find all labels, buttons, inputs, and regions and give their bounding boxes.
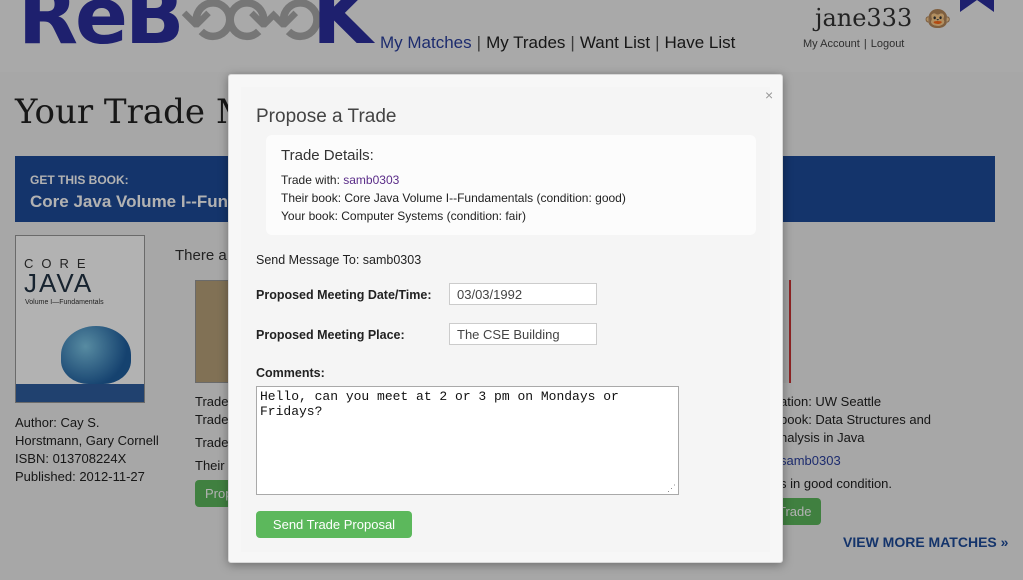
resize-grip-icon[interactable]: ⋰ (667, 483, 676, 494)
comments-label: Comments: (256, 366, 325, 380)
meeting-place-input[interactable] (449, 323, 597, 345)
trade-details-heading: Trade Details: (281, 147, 374, 164)
meeting-date-input[interactable] (449, 283, 597, 305)
trade-with-user-link[interactable]: samb0303 (343, 173, 399, 187)
send-trade-proposal-button[interactable]: Send Trade Proposal (256, 511, 412, 538)
trade-with-line: Trade with: samb0303 (281, 173, 400, 187)
close-icon[interactable]: × (765, 87, 773, 103)
meeting-place-label: Proposed Meeting Place: (256, 328, 405, 342)
trade-details-box: Trade Details: Trade with: samb0303 Thei… (266, 135, 756, 235)
send-message-to: Send Message To: samb0303 (256, 253, 422, 267)
modal-title: Propose a Trade (256, 106, 397, 127)
meeting-date-label: Proposed Meeting Date/Time: (256, 288, 432, 302)
propose-trade-modal: × Propose a Trade Trade Details: Trade w… (228, 74, 783, 563)
comments-textarea[interactable]: Hello, can you meet at 2 or 3 pm on Mond… (256, 386, 679, 495)
your-book-line: Your book: Computer Systems (condition: … (281, 209, 526, 223)
their-book-line: Their book: Core Java Volume I--Fundamen… (281, 191, 626, 205)
